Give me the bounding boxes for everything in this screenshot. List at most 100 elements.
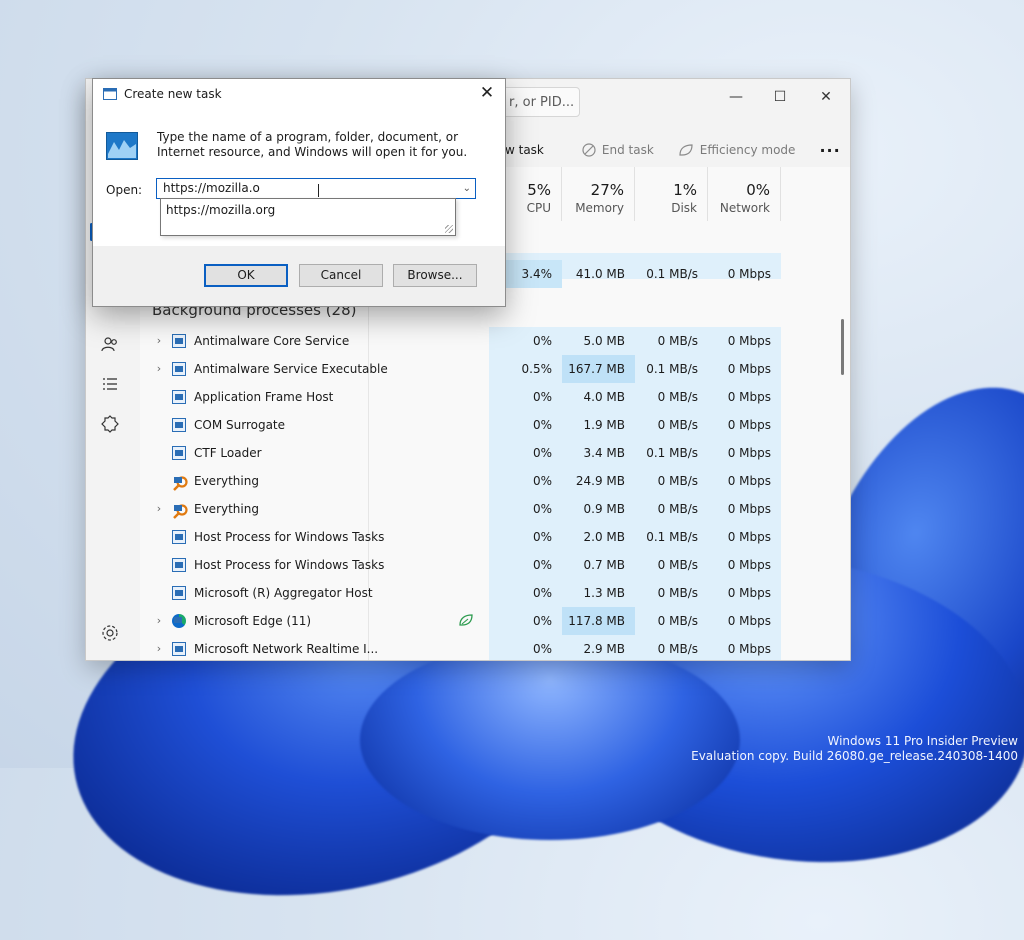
cpu-value: 0%: [532, 502, 552, 516]
memory-value: 117.8 MB: [562, 607, 635, 635]
watermark-line-2: Evaluation copy. Build 26080.ge_release.…: [691, 749, 1018, 763]
process-row[interactable]: Application Frame Host 0% 4.0 MB 0 MB/s 0 Mb…: [140, 383, 850, 411]
network-percent: 0%: [746, 181, 770, 199]
network-column-header[interactable]: 0% Network: [708, 167, 781, 221]
memory-value: 167.7 MB: [562, 355, 635, 383]
toolbar: new task End task Efficiency mode ···: [490, 135, 850, 165]
process-name-cell: › Antimalware Core Service: [152, 327, 349, 355]
disk-value: 0 MB/s: [657, 642, 698, 656]
process-name: COM Surrogate: [194, 418, 286, 432]
ok-button[interactable]: OK: [204, 264, 288, 287]
app-window-icon: [172, 362, 186, 376]
process-row[interactable]: COM Surrogate 0% 1.9 MB 0 MB/s 0 Mbps: [140, 411, 850, 439]
watermark-line-1: Windows 11 Pro Insider Preview: [827, 734, 1018, 748]
disk-value: 0 MB/s: [657, 586, 698, 600]
process-name: Microsoft (R) Aggregator Host: [194, 586, 373, 600]
users-icon[interactable]: [100, 335, 120, 355]
disk-value: 0 MB/s: [657, 502, 698, 516]
process-name-cell: COM Surrogate: [152, 411, 285, 439]
disk-value: 0 MB/s: [657, 418, 698, 432]
process-name-cell: CTF Loader: [152, 439, 262, 467]
memory-value: 4.0 MB: [583, 390, 625, 404]
open-input[interactable]: https://mozilla.o ⌄: [156, 178, 476, 199]
process-row[interactable]: Host Process for Windows Tasks 0% 0.7 MB 0 …: [140, 551, 850, 579]
app-window-icon: [172, 586, 186, 600]
minimize-button[interactable]: —: [714, 83, 758, 111]
process-row[interactable]: › Everything 0% 0.9 MB 0 MB/s 0 Mbps: [140, 495, 850, 523]
cpu-value: 0%: [532, 642, 552, 656]
end-task-button[interactable]: End task: [582, 143, 654, 157]
network-value: 0 Mbps: [727, 390, 771, 404]
dialog-close-button[interactable]: ✕: [477, 83, 497, 103]
close-icon: ✕: [479, 83, 495, 103]
process-name-cell: Everything: [152, 467, 259, 495]
process-row[interactable]: Host Process for Windows Tasks 0% 2.0 MB 0.…: [140, 523, 850, 551]
memory-column-header[interactable]: 27% Memory: [562, 167, 635, 221]
process-name: Antimalware Service Executable: [194, 362, 388, 376]
process-row[interactable]: Microsoft (R) Aggregator Host 0% 1.3 MB 0 M…: [140, 579, 850, 607]
process-name: CTF Loader: [194, 446, 262, 460]
dialog-description: Type the name of a program, folder, docu…: [157, 130, 468, 159]
cpu-value: 0%: [532, 558, 552, 572]
app-window-icon: [172, 530, 186, 544]
search-icon: [172, 474, 188, 491]
apps-header-gap: [489, 221, 781, 253]
settings-icon[interactable]: [100, 624, 120, 644]
chevron-right-icon[interactable]: ›: [152, 355, 166, 383]
cancel-button[interactable]: Cancel: [299, 264, 383, 287]
memory-value: 1.9 MB: [583, 418, 625, 432]
network-value: 0 Mbps: [727, 502, 771, 516]
process-row[interactable]: › Antimalware Service Executable 0.5% 167.7…: [140, 355, 850, 383]
process-name: Application Frame Host: [194, 390, 334, 404]
memory-label: Memory: [575, 201, 624, 215]
search-input[interactable]: r, or PID...: [494, 87, 580, 117]
cpu-value: 0%: [532, 390, 552, 404]
create-new-task-dialog: Create new task ✕ Type the name of a pro…: [93, 79, 505, 306]
process-row[interactable]: › Antimalware Core Service 0% 5.0 MB 0 MB/s 0…: [140, 327, 850, 355]
services-icon[interactable]: [100, 415, 120, 435]
resize-grip-icon[interactable]: [445, 225, 453, 233]
disk-label: Disk: [671, 201, 697, 215]
details-icon[interactable]: [100, 375, 120, 395]
disk-value: 0 MB/s: [657, 390, 698, 404]
memory-value: 0.7 MB: [583, 558, 625, 572]
open-input-value: https://mozilla.o: [163, 181, 260, 195]
efficiency-mode-label: Efficiency mode: [699, 143, 796, 157]
app-window-icon: [172, 418, 186, 432]
cpu-value: 0%: [532, 614, 552, 628]
close-button[interactable]: ✕: [804, 83, 848, 111]
end-task-label: End task: [601, 143, 654, 157]
process-name-cell: › Microsoft Edge (11): [152, 607, 311, 635]
process-row[interactable]: CTF Loader 0% 3.4 MB 0.1 MB/s 0 Mbps: [140, 439, 850, 467]
efficiency-mode-button[interactable]: Efficiency mode: [678, 143, 796, 157]
process-row[interactable]: › Microsoft Network Realtime I... 0% 2.9 MB…: [140, 635, 850, 660]
process-name-cell: Host Process for Windows Tasks: [152, 523, 384, 551]
disk-column-header[interactable]: 1% Disk: [635, 167, 708, 221]
disk-value: 0 MB/s: [657, 558, 698, 572]
cpu-value: 0%: [532, 446, 552, 460]
chevron-right-icon[interactable]: ›: [152, 607, 166, 635]
autocomplete-suggestion[interactable]: https://mozilla.org: [166, 203, 450, 217]
chevron-right-icon[interactable]: ›: [152, 495, 166, 523]
cpu-value: 0%: [532, 334, 552, 348]
maximize-button[interactable]: ☐: [758, 83, 802, 111]
process-row[interactable]: › Microsoft Edge (11) 0% 117.8 MB 0 MB/s 0 Mb…: [140, 607, 850, 635]
chevron-right-icon[interactable]: ›: [152, 635, 166, 660]
more-options-button[interactable]: ···: [819, 141, 840, 160]
run-program-icon: [106, 132, 138, 160]
wallpaper-bloom: [360, 640, 740, 840]
dialog-body: Type the name of a program, folder, docu…: [93, 109, 505, 246]
scrollbar-thumb[interactable]: [841, 319, 844, 375]
chevron-down-icon[interactable]: ⌄: [463, 179, 471, 198]
app-window-icon: [172, 334, 186, 348]
process-name: Microsoft Network Realtime I...: [194, 642, 379, 656]
memory-value: 0.9 MB: [583, 502, 625, 516]
minimize-icon: —: [729, 89, 743, 105]
memory-value: 1.3 MB: [583, 586, 625, 600]
disk-value: 0 MB/s: [657, 614, 698, 628]
memory-value: 2.0 MB: [583, 530, 625, 544]
maximize-icon: ☐: [773, 89, 787, 105]
process-row[interactable]: Everything 0% 24.9 MB 0 MB/s 0 Mbps: [140, 467, 850, 495]
browse-button[interactable]: Browse...: [393, 264, 477, 287]
chevron-right-icon[interactable]: ›: [152, 327, 166, 355]
